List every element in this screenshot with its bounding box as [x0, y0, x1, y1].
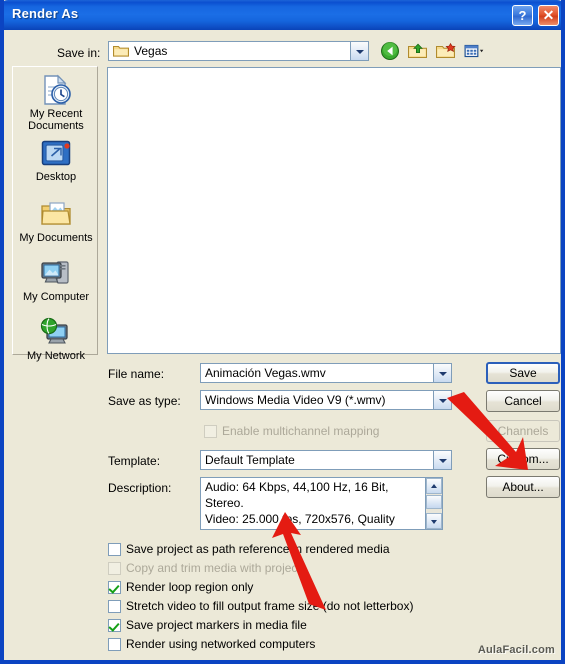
- render-loop-region-label: Render loop region only: [126, 580, 254, 594]
- description-video-line: Video: 25.000 fps, 720x576, Quality: [205, 512, 395, 526]
- new-folder-icon[interactable]: [435, 41, 457, 61]
- custom-button[interactable]: Custom...: [486, 448, 560, 470]
- sidebar-item-label: My Documents: [19, 232, 93, 244]
- save-in-label: Save in:: [57, 46, 101, 60]
- save-as-type-value: Windows Media Video V9 (*.wmv): [205, 393, 386, 407]
- sidebar-item-my-documents[interactable]: My Documents: [14, 197, 98, 244]
- sidebar-item-label: My Computer: [22, 291, 90, 303]
- cancel-button[interactable]: Cancel: [486, 390, 560, 412]
- save-in-combo[interactable]: Vegas: [108, 41, 369, 61]
- chevron-down-icon[interactable]: [350, 42, 368, 60]
- save-path-reference-checkbox[interactable]: [108, 543, 121, 556]
- description-scrollbar[interactable]: [425, 478, 442, 529]
- sidebar-item-label: My Recent: [29, 108, 83, 120]
- render-as-dialog: Render As ? ✕ Save in: Vegas My Recent D…: [0, 0, 565, 664]
- chevron-down-icon[interactable]: [433, 364, 451, 382]
- stretch-video-label: Stretch video to fill output frame size …: [126, 599, 414, 613]
- watermark: AulaFacil.com: [477, 644, 555, 656]
- sidebar-item-label: Desktop: [35, 171, 77, 183]
- save-in-value: Vegas: [134, 44, 168, 58]
- template-label: Template:: [108, 454, 161, 468]
- file-list[interactable]: [107, 67, 561, 354]
- my-computer-icon: [41, 261, 69, 284]
- scrollbar-thumb[interactable]: [426, 495, 442, 509]
- save-path-reference-label: Save project as path reference in render…: [126, 542, 390, 556]
- sidebar-item-my-network[interactable]: My Network: [14, 315, 98, 362]
- template-combo[interactable]: Default Template: [200, 450, 452, 470]
- chevron-down-icon[interactable]: [433, 391, 451, 409]
- channels-button: Channels: [486, 420, 560, 442]
- sidebar-item-my-computer[interactable]: My Computer: [14, 256, 98, 303]
- save-project-markers-checkbox[interactable]: [108, 619, 121, 632]
- description-label: Description:: [108, 481, 172, 495]
- folder-icon: [113, 46, 129, 57]
- window-title: Render As: [12, 6, 79, 21]
- views-icon[interactable]: [463, 41, 485, 61]
- help-button[interactable]: ?: [512, 5, 533, 26]
- render-loop-region-checkbox[interactable]: [108, 581, 121, 594]
- copy-trim-media-label: Copy and trim media with project: [126, 561, 301, 575]
- enable-multichannel-mapping-label: Enable multichannel mapping: [222, 424, 380, 438]
- chevron-down-icon[interactable]: [433, 451, 451, 469]
- title-bar: Render As ? ✕: [4, 0, 561, 30]
- render-networked-label: Render using networked computers: [126, 637, 316, 651]
- desktop-icon: [41, 140, 71, 166]
- sidebar-item-label-2: Documents: [28, 120, 84, 132]
- enable-multichannel-mapping-checkbox: [204, 425, 217, 438]
- sidebar-item-desktop[interactable]: Desktop: [14, 136, 98, 183]
- save-project-markers-label: Save project markers in media file: [126, 618, 307, 632]
- file-name-field[interactable]: Animación Vegas.wmv: [200, 363, 452, 383]
- scroll-up-icon[interactable]: [426, 478, 442, 494]
- render-networked-checkbox[interactable]: [108, 638, 121, 651]
- save-as-type-combo[interactable]: Windows Media Video V9 (*.wmv): [200, 390, 452, 410]
- places-bar: My Recent Documents Desktop My Documents: [12, 66, 98, 362]
- file-name-value: Animación Vegas.wmv: [205, 366, 326, 380]
- save-button[interactable]: Save: [486, 362, 560, 384]
- about-button[interactable]: About...: [486, 476, 560, 498]
- file-name-label: File name:: [108, 367, 165, 381]
- sidebar-item-my-recent-documents[interactable]: My Recent Documents: [14, 73, 98, 132]
- template-value: Default Template: [205, 453, 295, 467]
- navigation-toolbar: [379, 40, 489, 62]
- back-icon[interactable]: [379, 41, 401, 61]
- up-folder-icon[interactable]: [407, 41, 429, 61]
- stretch-video-checkbox[interactable]: [108, 600, 121, 613]
- description-audio-line: Audio: 64 Kbps, 44,100 Hz, 16 Bit,: [205, 480, 389, 494]
- scroll-down-icon[interactable]: [426, 513, 442, 529]
- description-box[interactable]: Audio: 64 Kbps, 44,100 Hz, 16 Bit, Stere…: [200, 477, 443, 530]
- recent-documents-icon: [44, 74, 71, 105]
- sidebar-item-label: My Network: [26, 350, 86, 362]
- my-documents-icon: [41, 202, 71, 225]
- copy-trim-media-checkbox: [108, 562, 121, 575]
- close-icon[interactable]: ✕: [538, 5, 559, 26]
- description-stereo-line: Stereo.: [205, 496, 244, 510]
- my-network-icon: [40, 317, 68, 344]
- save-as-type-label: Save as type:: [108, 394, 181, 408]
